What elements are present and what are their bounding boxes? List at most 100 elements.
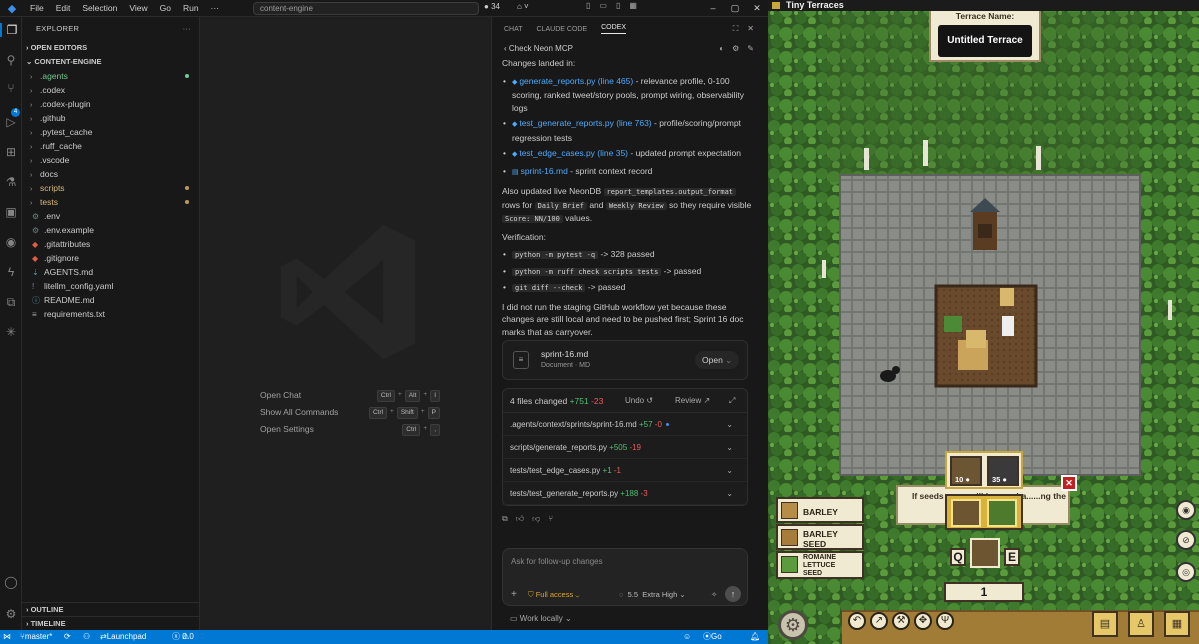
maximize-icon[interactable]: ▢	[724, 0, 746, 16]
copy-icon[interactable]: ⧉	[502, 514, 508, 524]
run-debug-icon[interactable]: ▷	[0, 115, 22, 129]
close-icon[interactable]: ✕	[746, 0, 768, 16]
settings-gear-icon[interactable]: ⚙	[0, 607, 22, 621]
sparkle-icon[interactable]: ✧	[711, 590, 717, 599]
garden-plot[interactable]	[934, 284, 1038, 388]
menu-run[interactable]: Run	[177, 3, 205, 13]
terrace-name-field[interactable]: Untitled Terrace	[938, 25, 1032, 57]
chat-input-placeholder[interactable]: Ask for follow-up changes	[511, 557, 603, 566]
file-tree-item[interactable]: › scripts	[22, 181, 199, 195]
file-tree-item[interactable]: ⇣ AGENTS.md	[22, 265, 199, 279]
testing-icon[interactable]: ⚗	[0, 175, 22, 189]
fork-icon[interactable]: ⑂	[548, 514, 553, 524]
storage-chest-button[interactable]: ▤	[1092, 611, 1118, 637]
command-center-search[interactable]: content-engine	[253, 2, 479, 15]
shop-slot-2[interactable]: 35 ●	[987, 456, 1019, 486]
record-icon[interactable]: ◎	[1176, 562, 1196, 582]
problems-indicator[interactable]: ⓧ 0 ⚠ 0	[172, 630, 194, 644]
chevron-down-icon[interactable]: ⌄	[726, 413, 733, 436]
key-e-hint[interactable]: E	[1004, 548, 1020, 566]
menu-file[interactable]: File	[24, 3, 50, 13]
welcome-shortcut[interactable]: Open Chat Ctrl + Alt + I	[260, 390, 440, 404]
timeline-section[interactable]: › TIMELINE	[22, 616, 199, 630]
file-tree-item[interactable]: ⚙ .env.example	[22, 223, 199, 237]
notification-count[interactable]: ● 34	[484, 2, 500, 11]
menu-go[interactable]: Go	[154, 3, 177, 13]
file-link[interactable]: sprint-16.md	[521, 166, 568, 176]
item-barley-seed[interactable]: BARLEY SEED	[776, 524, 864, 550]
tab-claude-code[interactable]: CLAUDE CODE	[537, 26, 588, 33]
welcome-shortcut[interactable]: Show All Commands Ctrl + Shift + P	[260, 407, 440, 421]
menu-edit[interactable]: Edit	[50, 3, 77, 13]
inventory-button[interactable]: ▦	[1164, 611, 1190, 637]
close-tooltip-button[interactable]: ✕	[1061, 475, 1077, 491]
remote-icon[interactable]: ⋈	[3, 630, 11, 644]
item-barley[interactable]: BARLEY	[776, 497, 864, 523]
github-icon[interactable]: ◉	[0, 235, 22, 249]
thumbs-down-icon[interactable]: 👎︎	[532, 514, 540, 524]
chat-input-box[interactable]: Ask for follow-up changes + ⛉ Full acces…	[502, 548, 748, 606]
account-icon[interactable]: ◯	[0, 575, 22, 589]
open-editors-section[interactable]: › OPEN EDITORS	[22, 41, 199, 55]
file-tree-item[interactable]: › .github	[22, 111, 199, 125]
maximize-panel-icon[interactable]: ⛶	[733, 24, 739, 34]
shovel-tool-icon[interactable]: ↗	[870, 612, 888, 630]
live-share-icon[interactable]: ⚇	[83, 630, 90, 644]
thumbs-up-icon[interactable]: 👍︎	[516, 514, 524, 524]
camera-icon[interactable]: ◉	[1176, 500, 1196, 520]
chevron-down-icon[interactable]: ⌄	[726, 459, 733, 482]
file-tree-item[interactable]: › .pytest_cache	[22, 125, 199, 139]
file-tree-item[interactable]: › .ruff_cache	[22, 139, 199, 153]
tab-codex[interactable]: CODEX	[601, 24, 627, 34]
gear-icon[interactable]: ⚙	[732, 41, 739, 57]
layout-sidebar-icon[interactable]: ▯	[586, 1, 590, 10]
diff-row[interactable]: scripts/generate_reports.py +505 -19 ⌄	[503, 436, 747, 459]
layout-panel-icon[interactable]: ▭	[599, 1, 607, 10]
file-tree-item[interactable]: › docs	[22, 167, 199, 181]
diff-row[interactable]: tests/test_edge_cases.py +1 -1 ⌄	[503, 459, 747, 482]
model-dropdown[interactable]: ◌ 5.5 Extra High ⌄	[619, 590, 686, 599]
file-tree-item[interactable]: ⓘ README.md	[22, 293, 199, 307]
new-chat-icon[interactable]: ✎	[747, 41, 754, 57]
welcome-shortcut[interactable]: Open Settings Ctrl +,	[260, 424, 440, 438]
work-locally-dropdown[interactable]: ▭ Work locally ⌄	[510, 614, 572, 623]
hammer-tool-icon[interactable]: ⚒	[892, 612, 910, 630]
explorer-icon[interactable]: ❐	[0, 23, 22, 37]
launchpad-item[interactable]: ⇄ Launchpad	[100, 630, 146, 644]
layout-customize-icon[interactable]: ▦	[629, 1, 637, 10]
file-link[interactable]: test_edge_cases.py (line 35)	[519, 148, 628, 158]
copilot-icon[interactable]: ⌂ ˅	[517, 2, 529, 11]
menu-more[interactable]: ···	[205, 3, 226, 13]
key-q-hint[interactable]: Q	[950, 548, 966, 566]
search-icon[interactable]: ⚲	[0, 53, 22, 67]
open-button[interactable]: Open ⌄	[695, 351, 739, 369]
undo-button[interactable]: Undo ↺	[625, 389, 653, 413]
file-tree-item[interactable]: ◆ .gitignore	[22, 251, 199, 265]
back-icon[interactable]: ‹	[504, 44, 507, 53]
expand-icon[interactable]: ⤢	[729, 389, 735, 413]
file-link[interactable]: test_generate_reports.py (line 763)	[519, 118, 651, 128]
move-tool-icon[interactable]: ✥	[914, 612, 932, 630]
file-link[interactable]: generate_reports.py (line 465)	[519, 76, 633, 86]
tab-chat[interactable]: CHAT	[504, 26, 523, 33]
file-tree-item[interactable]: › .codex	[22, 83, 199, 97]
file-tree-item[interactable]: ◆ .gitattributes	[22, 237, 199, 251]
menu-view[interactable]: View	[123, 3, 153, 13]
layout-secondary-icon[interactable]: ▯	[616, 1, 620, 10]
minimize-icon[interactable]: –	[702, 0, 724, 16]
file-card[interactable]: ≡ sprint-16.md Document · MD Open ⌄	[502, 340, 748, 380]
diff-row[interactable]: tests/test_generate_reports.py +188 -3 ⌄	[503, 482, 747, 505]
file-tree-item[interactable]: › .vscode	[22, 153, 199, 167]
claude-icon[interactable]: ✳	[0, 325, 22, 339]
access-dropdown[interactable]: ⛉ Full access ⌄	[528, 590, 579, 600]
hide-icon[interactable]: ⊘	[1176, 530, 1196, 550]
file-tree-item[interactable]: ⚙ .env	[22, 209, 199, 223]
review-button[interactable]: Review ↗	[675, 389, 710, 413]
copilot-status-icon[interactable]: ☺	[683, 630, 691, 644]
lightning-icon[interactable]: ϟ	[0, 265, 22, 279]
remote-explorer-icon[interactable]: ▣	[0, 205, 22, 219]
source-control-icon[interactable]: ⑂	[0, 81, 22, 95]
barley-seed-slot[interactable]	[951, 499, 981, 527]
file-tree-item[interactable]: › .codex-plugin	[22, 97, 199, 111]
send-button[interactable]: ↑	[725, 586, 741, 602]
